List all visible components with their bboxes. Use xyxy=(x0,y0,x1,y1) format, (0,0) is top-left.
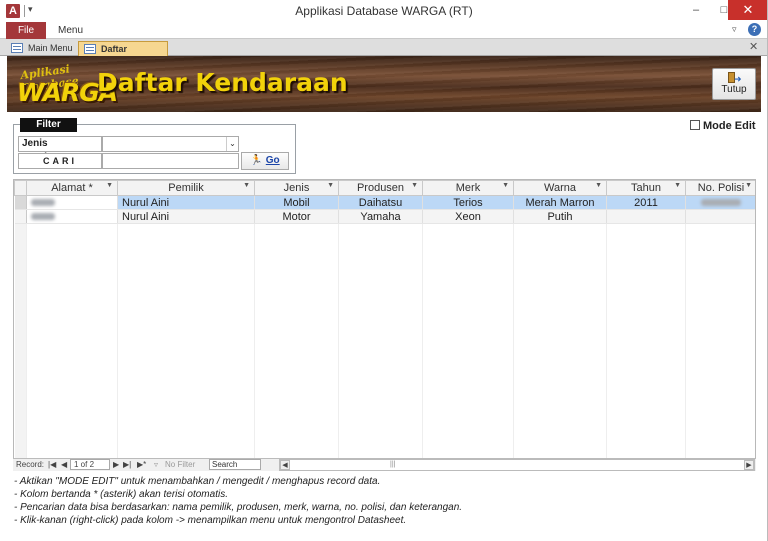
new-record-icon[interactable]: ▶* xyxy=(137,460,146,469)
next-record-icon[interactable]: ▶ xyxy=(113,460,119,469)
cell-no-polisi[interactable] xyxy=(685,209,755,224)
table-row[interactable]: Nurul Aini Motor Yamaha Xeon Putih xyxy=(14,209,755,224)
row-selector[interactable] xyxy=(14,209,27,224)
cell-produsen[interactable]: Daihatsu xyxy=(338,195,423,210)
column-header-tahun[interactable]: Tahun ▼ xyxy=(606,180,686,196)
tab-daftar-kendaraan[interactable]: Daftar Kendaraan xyxy=(78,41,168,68)
file-tab[interactable]: File xyxy=(6,22,46,39)
record-label: Record: xyxy=(16,460,45,469)
cell-produsen[interactable]: Yamaha xyxy=(338,209,423,224)
chevron-down-icon[interactable]: ⌄ xyxy=(226,137,238,151)
record-position[interactable]: 1 of 2 xyxy=(70,459,110,470)
minimize-icon[interactable]: – xyxy=(682,0,710,20)
form-header-banner: Aplikasi Database WARGA Daftar Kendaraan xyxy=(7,56,761,112)
redacted-value xyxy=(31,213,55,221)
filter-heading: Filter xyxy=(20,118,77,132)
ribbon-bar: File Menu ▿ ? xyxy=(0,22,768,39)
last-record-icon[interactable]: ▶| xyxy=(123,460,131,469)
column-dropdown-icon[interactable]: ▼ xyxy=(243,182,250,189)
cell-jenis[interactable]: Motor xyxy=(254,209,339,224)
column-dropdown-icon[interactable]: ▼ xyxy=(327,182,334,189)
go-button[interactable]: 🏃 Go xyxy=(241,152,289,170)
filter-icon: ▿ xyxy=(154,460,159,469)
cell-tahun[interactable]: 2011 xyxy=(606,195,686,210)
jenis-kendaraan-select[interactable]: ⌄ xyxy=(102,136,239,152)
tutup-button[interactable]: ➜ Tutup xyxy=(712,68,756,100)
scroll-left-icon[interactable]: ◀ xyxy=(280,460,290,470)
checkbox-icon[interactable] xyxy=(690,120,700,130)
run-icon: 🏃 xyxy=(250,155,263,166)
cell-merk[interactable]: Xeon xyxy=(422,209,514,224)
mode-edit-label: Mode Edit xyxy=(703,120,756,132)
tutup-label: Tutup xyxy=(721,84,747,95)
column-header-warna[interactable]: Warna ▼ xyxy=(513,180,607,196)
document-tabs: Main Menu Daftar Kendaraan ✕ xyxy=(0,39,768,68)
table-row[interactable]: Nurul Aini Mobil Daihatsu Terios Merah M… xyxy=(14,195,755,210)
previous-record-icon[interactable]: ◀ xyxy=(61,460,67,469)
help-icon[interactable]: ? xyxy=(748,23,761,36)
page-title: Daftar Kendaraan xyxy=(97,68,348,97)
column-header-alamat[interactable]: Alamat * ▼ xyxy=(26,180,118,196)
cell-warna[interactable]: Putih xyxy=(513,209,607,224)
note-line: - Klik-kanan (right-click) pada kolom ->… xyxy=(14,515,407,526)
row-selector[interactable] xyxy=(14,195,27,210)
go-label: Go xyxy=(265,155,280,166)
column-dropdown-icon[interactable]: ▼ xyxy=(502,182,509,189)
jenis-kendaraan-label: Jenis Kendaraan xyxy=(18,136,102,163)
scroll-thumb[interactable]: ||| xyxy=(390,461,395,468)
redacted-value xyxy=(701,199,741,207)
column-dropdown-icon[interactable]: ▼ xyxy=(595,182,602,189)
tab-label: Main Menu xyxy=(28,43,73,53)
horizontal-scrollbar[interactable]: ◀ ||| ▶ xyxy=(279,459,755,471)
mode-edit-checkbox[interactable]: Mode Edit xyxy=(690,120,756,132)
cell-pemilik[interactable]: Nurul Aini xyxy=(117,195,255,210)
cell-no-polisi[interactable] xyxy=(685,195,755,210)
window-title: Applikasi Database WARGA (RT) xyxy=(295,4,473,18)
title-bar: A ▾ Applikasi Database WARGA (RT) – □ ✕ xyxy=(0,0,768,22)
datasheet[interactable]: Alamat * ▼ Pemilik ▼ Jenis ▼ Produsen ▼ Merk… xyxy=(13,179,756,471)
form-icon xyxy=(84,44,96,54)
cell-alamat[interactable] xyxy=(26,209,118,224)
close-document-icon[interactable]: ✕ xyxy=(749,40,758,53)
tab-main-menu[interactable]: Main Menu xyxy=(6,41,76,56)
column-dropdown-icon[interactable]: ▼ xyxy=(106,182,113,189)
column-header-no-polisi[interactable]: No. Polisi ▼ xyxy=(685,180,755,196)
close-icon[interactable]: ✕ xyxy=(728,0,768,20)
note-line: - Pencarian data bisa berdasarkan: nama … xyxy=(14,502,463,513)
warga-logo: Aplikasi Database WARGA xyxy=(17,62,118,107)
select-all-corner[interactable] xyxy=(14,180,27,196)
cell-warna[interactable]: Merah Marron xyxy=(513,195,607,210)
record-navigation-bar: Record: |◀ ◀ 1 of 2 ▶ ▶| ▶* ▿ No Filter … xyxy=(13,458,756,471)
search-input[interactable] xyxy=(102,153,239,169)
cell-pemilik[interactable]: Nurul Aini xyxy=(117,209,255,224)
exit-door-icon: ➜ xyxy=(728,72,742,84)
form-icon xyxy=(11,43,23,53)
note-line: - Aktikan "MODE EDIT" untuk menambahkan … xyxy=(14,476,381,487)
cell-alamat[interactable] xyxy=(26,195,118,210)
cell-jenis[interactable]: Mobil xyxy=(254,195,339,210)
column-dropdown-icon[interactable]: ▼ xyxy=(745,182,752,189)
cell-tahun[interactable] xyxy=(606,209,686,224)
cell-merk[interactable]: Terios xyxy=(422,195,514,210)
datasheet-search-input[interactable]: Search xyxy=(209,459,261,470)
instructions: - Aktikan "MODE EDIT" untuk menambahkan … xyxy=(14,475,754,527)
column-header-produsen[interactable]: Produsen ▼ xyxy=(338,180,423,196)
column-header-pemilik[interactable]: Pemilik ▼ xyxy=(117,180,255,196)
empty-area xyxy=(14,223,755,470)
no-filter-button[interactable]: No Filter xyxy=(165,460,195,469)
redacted-value xyxy=(31,199,55,207)
column-header-merk[interactable]: Merk ▼ xyxy=(422,180,514,196)
note-line: - Kolom bertanda * (asterik) akan terisi… xyxy=(14,489,228,500)
column-dropdown-icon[interactable]: ▼ xyxy=(674,182,681,189)
column-dropdown-icon[interactable]: ▼ xyxy=(411,182,418,189)
ribbon-collapse-icon[interactable]: ▿ xyxy=(732,24,737,35)
cari-label: CARI xyxy=(18,153,102,169)
scroll-right-icon[interactable]: ▶ xyxy=(744,460,754,470)
column-header-jenis[interactable]: Jenis ▼ xyxy=(254,180,339,196)
menu-tab[interactable]: Menu xyxy=(58,25,83,36)
first-record-icon[interactable]: |◀ xyxy=(48,460,56,469)
